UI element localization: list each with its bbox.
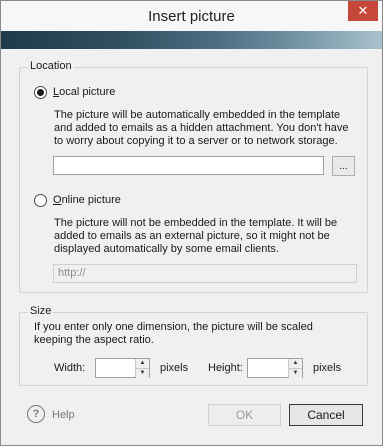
size-description: If you enter only one dimension, the pic… bbox=[34, 321, 313, 346]
online-picture-radio[interactable] bbox=[34, 194, 47, 207]
title-bar: Insert picture ✕ bbox=[1, 1, 382, 31]
header-banner bbox=[1, 31, 382, 49]
local-picture-label[interactable]: Local picture bbox=[53, 86, 115, 98]
dialog-title: Insert picture bbox=[148, 8, 235, 25]
location-group bbox=[19, 67, 368, 293]
close-icon: ✕ bbox=[357, 3, 369, 18]
height-decrement-icon[interactable]: ▼ bbox=[289, 368, 302, 378]
local-path-input[interactable] bbox=[53, 156, 324, 175]
height-stepper[interactable]: ▲ ▼ bbox=[247, 358, 303, 378]
url-input[interactable]: http:// bbox=[53, 264, 357, 283]
browse-button[interactable]: ... bbox=[332, 156, 355, 176]
width-stepper[interactable]: ▲ ▼ bbox=[95, 358, 150, 378]
width-decrement-icon[interactable]: ▼ bbox=[136, 368, 149, 378]
height-increment-icon[interactable]: ▲ bbox=[289, 359, 302, 368]
online-picture-description: The picture will not be embedded in the … bbox=[54, 217, 338, 255]
height-unit: pixels bbox=[313, 362, 342, 374]
insert-picture-dialog: Insert picture ✕ Location Local picture … bbox=[0, 0, 383, 446]
height-label: Height: bbox=[208, 362, 243, 374]
size-group-label: Size bbox=[28, 305, 54, 317]
help-link[interactable]: Help bbox=[52, 409, 75, 421]
online-picture-label[interactable]: Online picture bbox=[53, 194, 121, 206]
ok-button[interactable]: OK bbox=[208, 404, 281, 426]
help-icon[interactable]: ? bbox=[27, 405, 45, 423]
width-unit: pixels bbox=[160, 362, 189, 374]
width-increment-icon[interactable]: ▲ bbox=[136, 359, 149, 368]
local-picture-description: The picture will be automatically embedd… bbox=[54, 109, 349, 147]
location-group-label: Location bbox=[28, 60, 74, 72]
local-picture-radio[interactable] bbox=[34, 86, 47, 99]
cancel-button[interactable]: Cancel bbox=[289, 404, 363, 426]
width-label: Width: bbox=[54, 362, 86, 374]
close-button[interactable]: ✕ bbox=[348, 1, 378, 21]
